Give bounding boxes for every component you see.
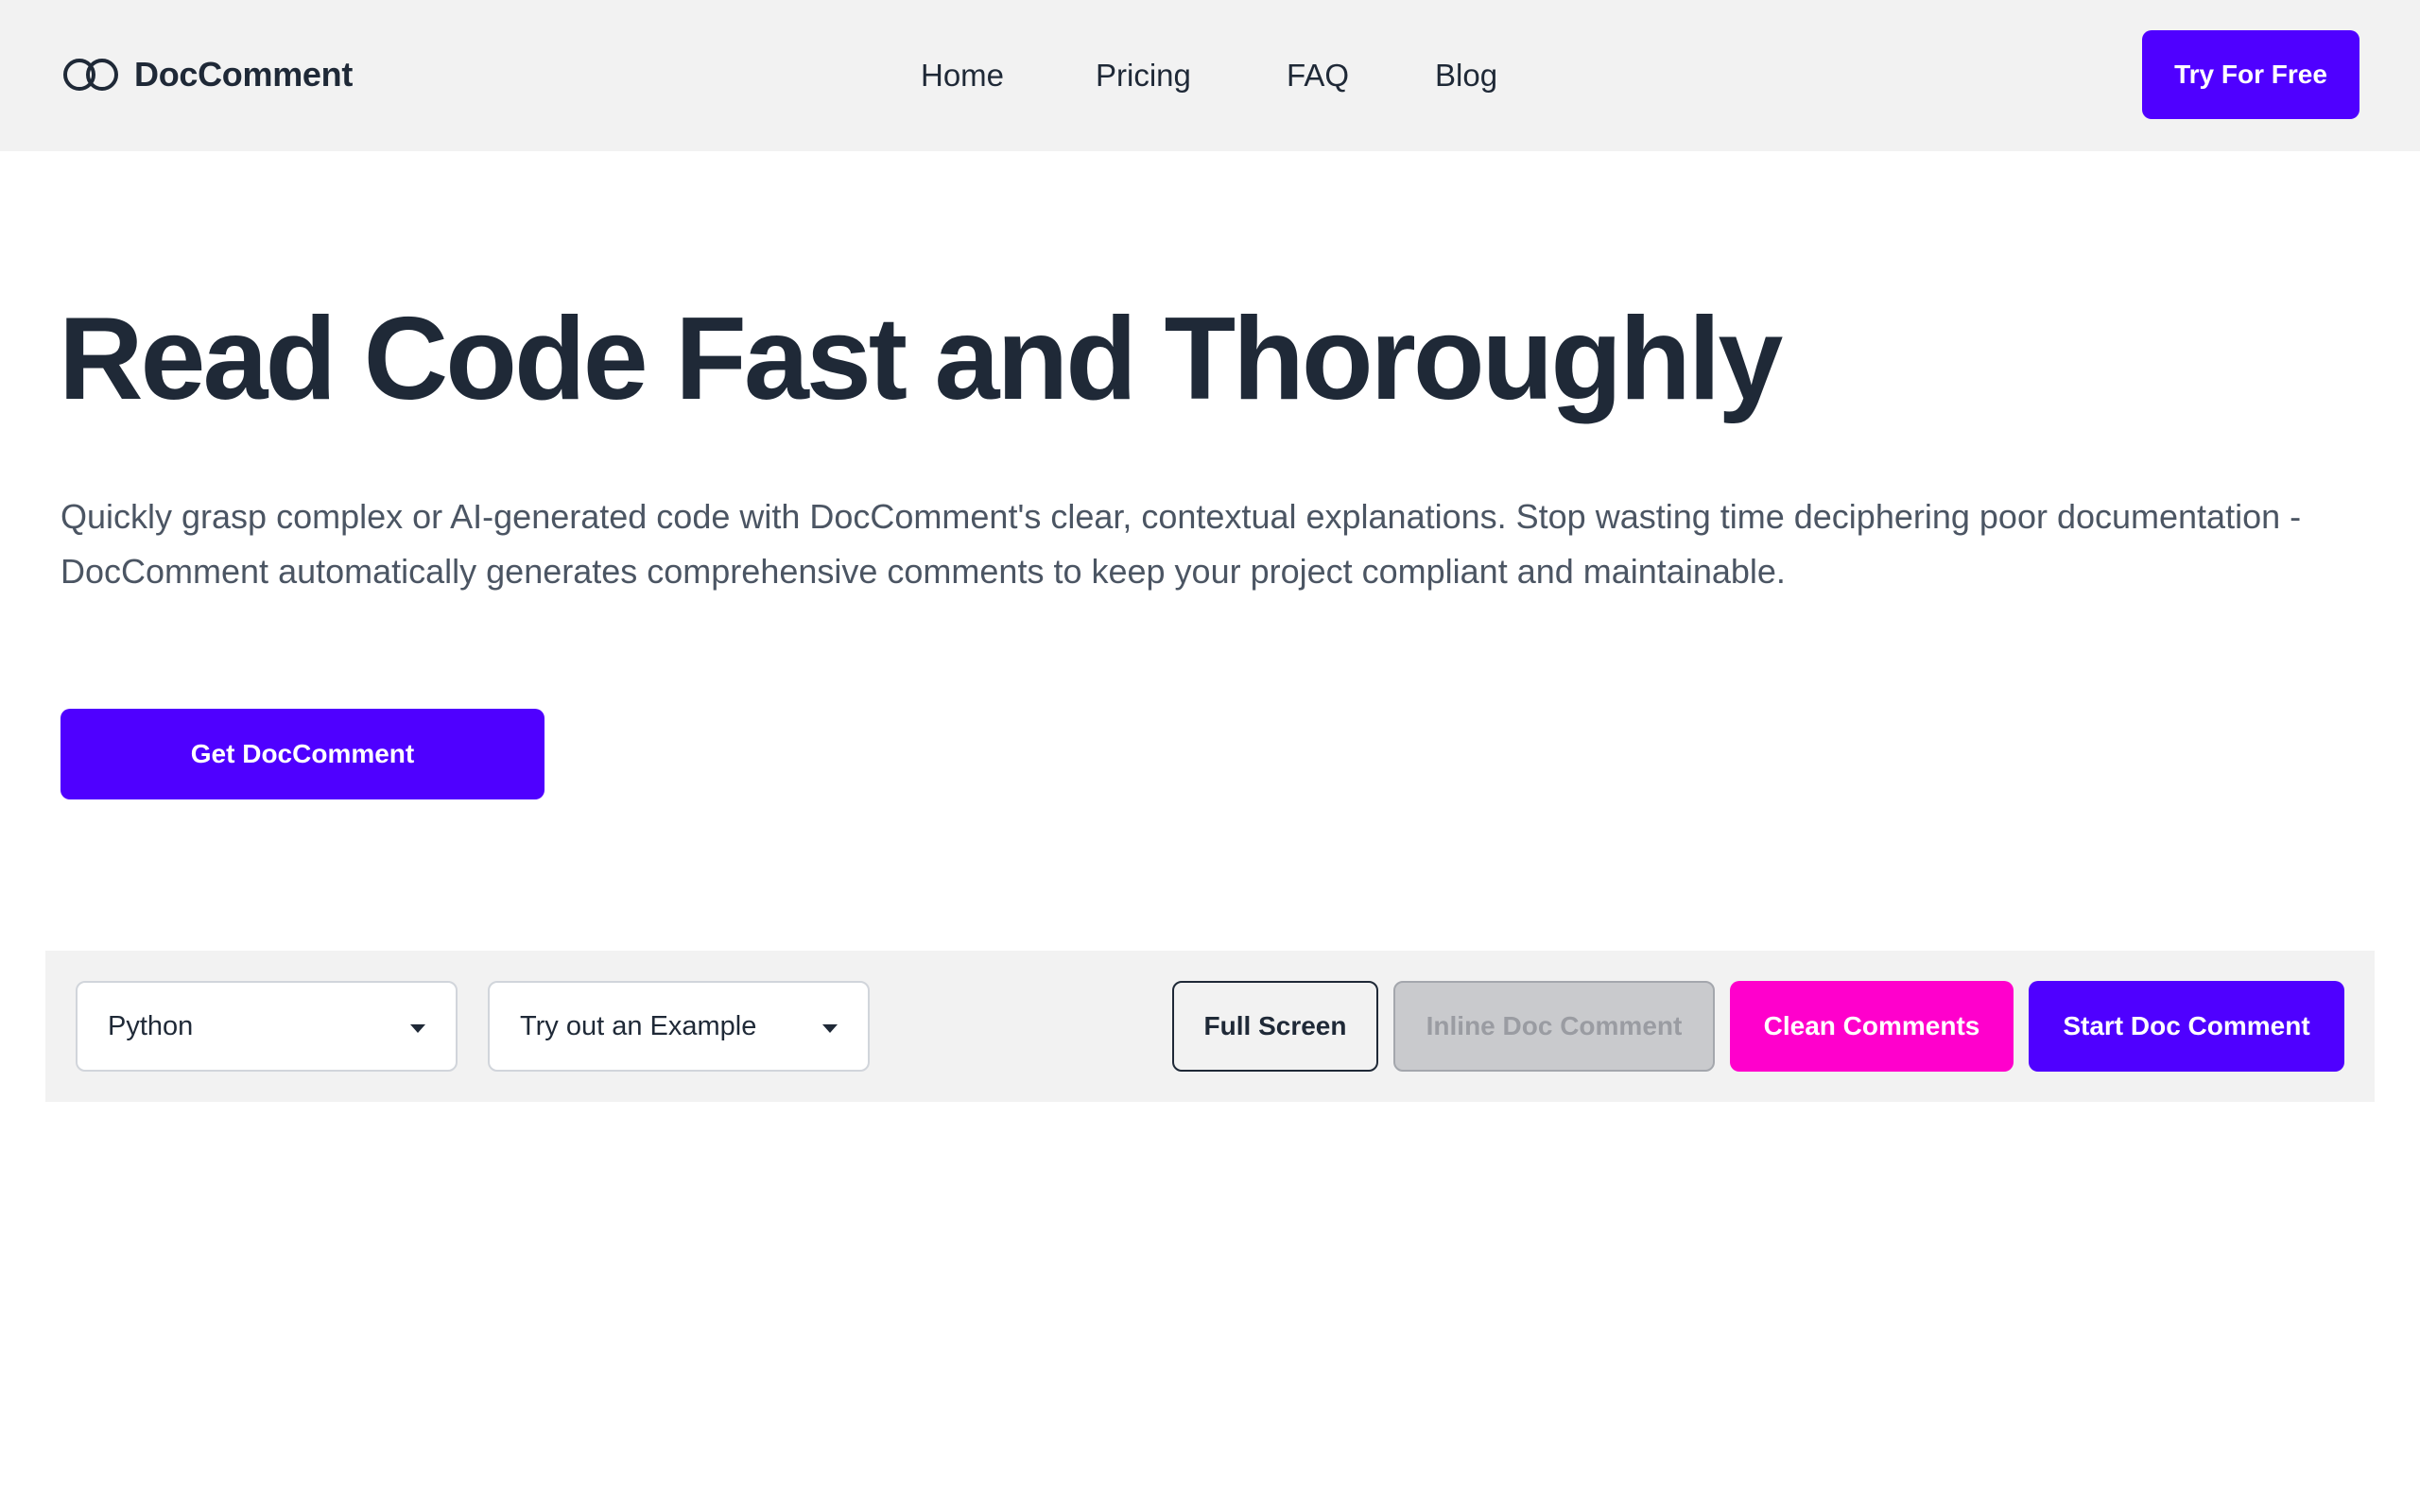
infinity-rings-icon [63,59,118,91]
start-doc-comment-button[interactable]: Start Doc Comment [2029,981,2344,1072]
nav-link-faq[interactable]: FAQ [1287,49,1349,102]
inline-doc-comment-button[interactable]: Inline Doc Comment [1393,981,1715,1072]
nav-link-home[interactable]: Home [921,49,1004,102]
nav-link-blog[interactable]: Blog [1435,49,1497,102]
clean-comments-button[interactable]: Clean Comments [1730,981,2014,1072]
hero-description: Quickly grasp complex or AI-generated co… [60,497,2302,591]
hero-title: Read Code Fast and Thoroughly [59,294,1783,424]
main-nav: Home Pricing FAQ Blog [0,49,2420,102]
full-screen-button[interactable]: Full Screen [1172,981,1378,1072]
language-select[interactable]: Python [76,981,458,1072]
language-select-value: Python [108,1010,194,1041]
caret-down-icon [410,1023,425,1033]
caret-down-icon [822,1023,838,1033]
site-header: DocComment Home Pricing FAQ Blog Try For… [0,0,2420,151]
brand-logo[interactable]: DocComment [60,49,353,100]
nav-link-pricing[interactable]: Pricing [1096,49,1191,102]
brand-name: DocComment [134,55,354,94]
get-doccomment-button[interactable]: Get DocComment [60,709,544,799]
example-select[interactable]: Try out an Example [488,981,870,1072]
editor-toolbar: Python Try out an Example Full Screen In… [45,951,2375,1102]
try-for-free-button[interactable]: Try For Free [2142,30,2360,119]
example-select-value: Try out an Example [520,1010,757,1041]
